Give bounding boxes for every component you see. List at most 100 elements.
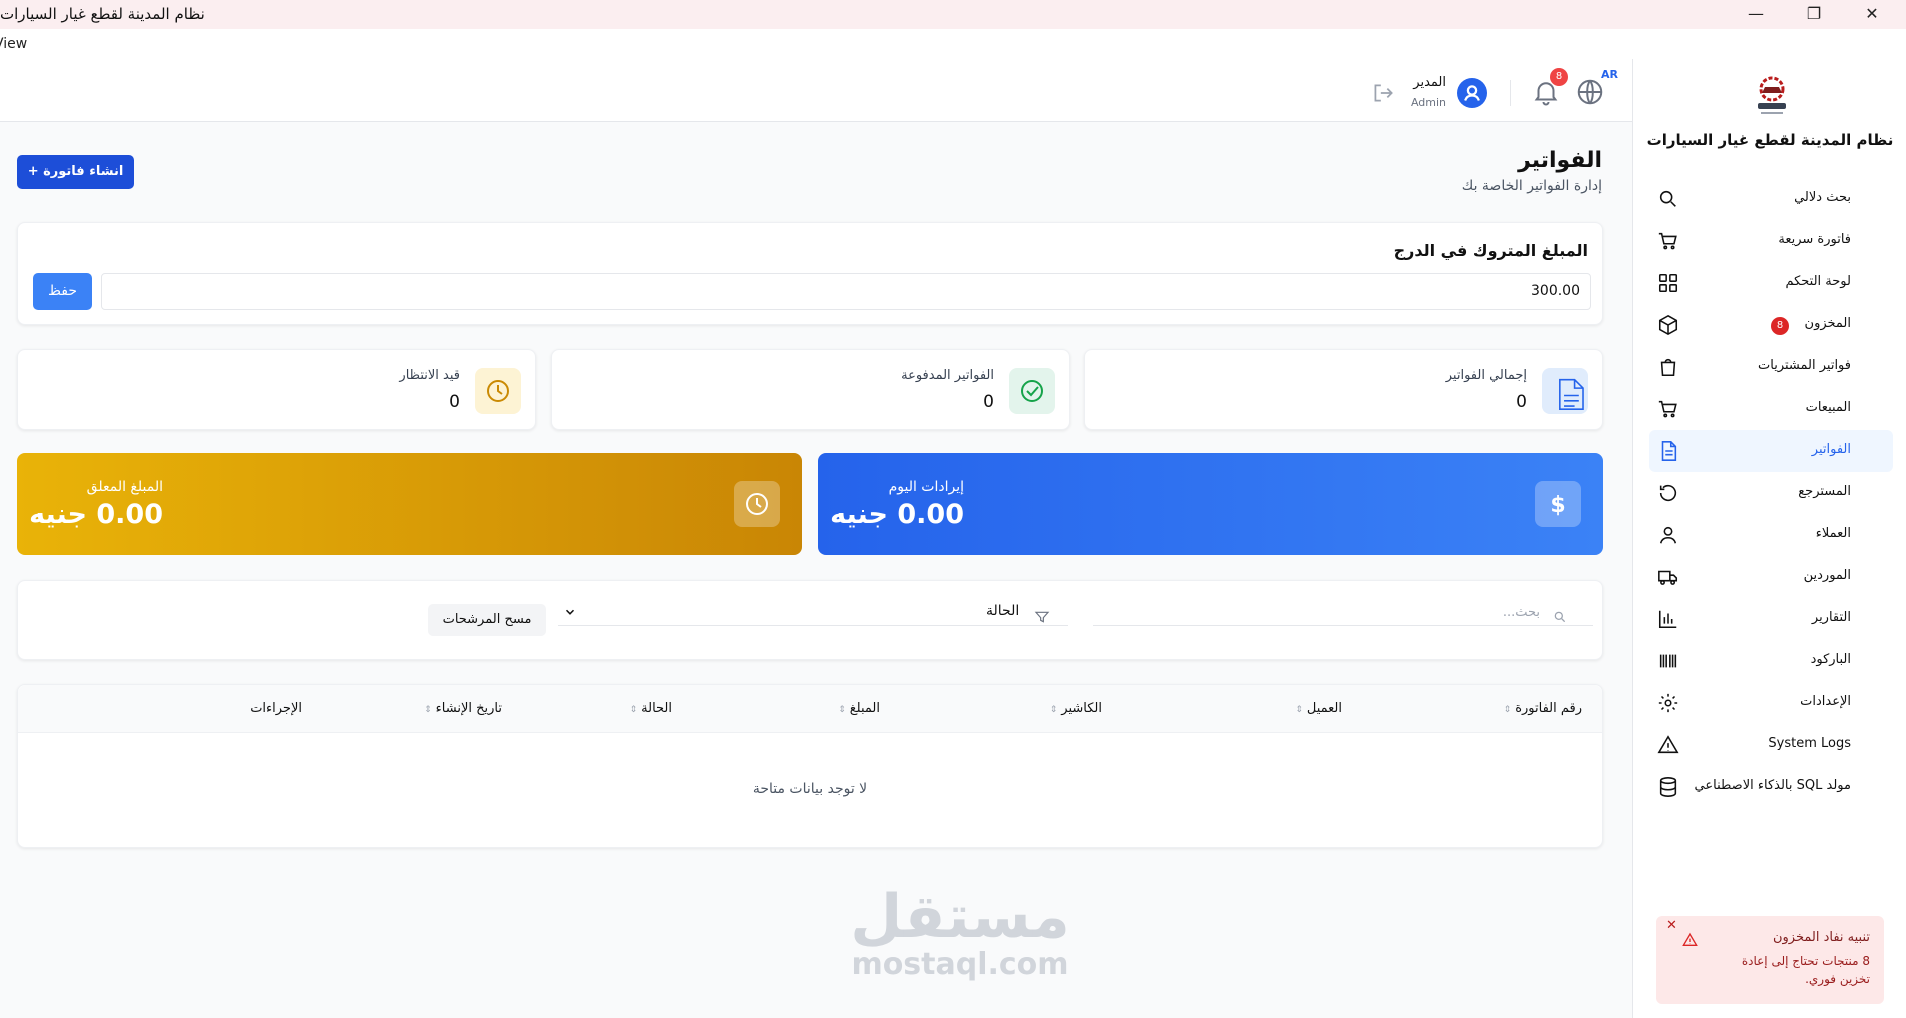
sidebar-item[interactable]: المخزون 8 <box>1649 304 1893 346</box>
drawer-amount-card: المبلغ المتروك في الدرج 300.00 حفظ <box>17 222 1603 325</box>
column-label: العميل <box>1306 701 1342 716</box>
database-icon <box>1659 777 1677 797</box>
today-revenue-card: $ إيرادات اليوم 0.00 جنيه <box>818 453 1603 555</box>
sidebar-item-label: فاتورة سريعة <box>1778 232 1851 247</box>
sidebar-item[interactable]: لوحة التحكم <box>1649 262 1893 304</box>
sidebar-item[interactable]: فاتورة سريعة <box>1649 220 1893 262</box>
total-invoices-value: 0 <box>1516 392 1527 412</box>
cart-icon <box>1658 400 1677 418</box>
sidebar-item[interactable]: مولد SQL بالذكاء الاصطناعي <box>1649 766 1893 808</box>
globe-icon[interactable] <box>1575 77 1605 107</box>
table-column-header[interactable]: العميل⇕ <box>1295 701 1342 716</box>
chevron-down-icon[interactable] <box>563 605 577 619</box>
sidebar-item-badge: 8 <box>1771 317 1789 335</box>
sidebar-item[interactable]: المبيعات <box>1649 388 1893 430</box>
page-subtitle: إدارة الفواتير الخاصة بك <box>1461 178 1602 194</box>
drawer-amount-label: المبلغ المتروك في الدرج <box>1393 241 1588 260</box>
app-name: نظام المدينة لقطع غيار السيارات <box>1646 131 1894 149</box>
avatar[interactable] <box>1457 78 1487 108</box>
sort-icon: ⇕ <box>629 705 638 715</box>
table-column-header[interactable]: الحالة⇕ <box>630 701 672 716</box>
sidebar-item-label: الإعدادات <box>1800 694 1851 709</box>
status-select-label[interactable]: الحالة <box>986 603 1019 619</box>
sort-icon: ⇕ <box>1503 705 1512 715</box>
paid-invoices-card: الفواتير المدفوعة 0 <box>551 349 1070 430</box>
sidebar-item-label: المبيعات <box>1805 400 1851 415</box>
search-placeholder[interactable]: بحث... <box>1503 605 1540 620</box>
clear-filters-button[interactable]: مسح المرشحات <box>428 604 546 636</box>
outstanding-amount-value: 0.00 جنيه <box>29 499 163 530</box>
status-select[interactable] <box>558 625 1068 626</box>
header-divider <box>1510 80 1511 106</box>
stat-icon-bg <box>1009 368 1055 414</box>
check-circle-icon <box>1021 380 1043 402</box>
warning-icon <box>1682 932 1698 946</box>
clock-icon <box>746 493 768 515</box>
create-invoice-button[interactable]: انشاء فاتورة + <box>17 155 134 189</box>
warning-icon <box>1657 735 1679 754</box>
restore-button[interactable]: ❐ <box>1791 3 1837 25</box>
bar-chart-icon <box>1658 610 1677 629</box>
watermark: مستقل mostaql.com <box>835 885 1085 981</box>
user-icon <box>1464 85 1480 101</box>
sidebar-item[interactable]: الباركود <box>1649 640 1893 682</box>
page-title: الفواتير <box>1518 148 1602 173</box>
table-header: رقم الفاتورة⇕ العميل⇕ الكاشير⇕ المبلغ⇕ الحال… <box>18 685 1602 733</box>
toast-close-button[interactable]: ✕ <box>1666 918 1677 933</box>
box-icon <box>1658 314 1678 336</box>
sidebar-item[interactable]: الفواتير <box>1649 430 1893 472</box>
search-input[interactable] <box>1093 625 1593 626</box>
sidebar-item-label: العملاء <box>1815 526 1851 541</box>
empty-state: لا توجد بيانات متاحة <box>752 781 868 797</box>
pending-invoices-value: 0 <box>449 392 460 412</box>
sidebar-item[interactable]: بحث دلالي <box>1649 178 1893 220</box>
close-window-button[interactable]: ✕ <box>1849 3 1895 25</box>
minimize-button[interactable]: — <box>1733 3 1779 25</box>
logout-icon[interactable] <box>1370 80 1396 106</box>
sidebar-item-label: الموردين <box>1803 568 1851 583</box>
menu-view[interactable]: View <box>0 36 27 52</box>
sidebar-item[interactable]: System Logs <box>1649 724 1893 766</box>
sidebar-item-label: مولد SQL بالذكاء الاصطناعي <box>1694 778 1851 793</box>
sidebar-item[interactable]: المسترجع <box>1649 472 1893 514</box>
column-label: رقم الفاتورة <box>1515 701 1582 716</box>
total-invoices-card: إجمالي الفواتير 0 <box>1084 349 1603 430</box>
watermark-en: mostaql.com <box>851 947 1069 982</box>
table-column-header[interactable]: تاريخ الإنشاء⇕ <box>424 701 502 716</box>
sidebar: نظام المدينة لقطع غيار السيارات بحث دلال… <box>1632 59 1906 1018</box>
filters-card: بحث... الحالة مسح المرشحات <box>17 580 1603 660</box>
filter-icon <box>1034 611 1050 623</box>
save-button[interactable]: حفظ <box>33 273 92 310</box>
sidebar-item-label: المخزون <box>1804 316 1851 331</box>
clock-icon <box>487 380 509 402</box>
drawer-amount-input[interactable]: 300.00 <box>101 273 1591 310</box>
sidebar-item[interactable]: التقارير <box>1649 598 1893 640</box>
stat-icon-bg <box>1542 368 1588 414</box>
invoices-table: رقم الفاتورة⇕ العميل⇕ الكاشير⇕ المبلغ⇕ الحال… <box>17 684 1603 848</box>
toast-title: تنبيه نفاد المخزون <box>1772 930 1870 945</box>
column-label: الإجراءات <box>250 701 302 716</box>
sort-icon: ⇕ <box>1295 705 1303 715</box>
sidebar-item[interactable]: العملاء <box>1649 514 1893 556</box>
cart-icon <box>1658 232 1677 250</box>
sidebar-item[interactable]: فواتير المشتريات <box>1649 346 1893 388</box>
user-icon <box>1659 526 1677 544</box>
truck-icon <box>1658 570 1678 585</box>
sidebar-item[interactable]: الإعدادات <box>1649 682 1893 724</box>
file-icon <box>1661 441 1677 461</box>
bag-icon <box>1660 358 1676 377</box>
window-titlebar: نظام المدينة لقطع غيار السيارات — ❐ ✕ <box>0 0 1906 29</box>
table-column-header[interactable]: الكاشير⇕ <box>1050 701 1102 716</box>
clock-icon-wrap <box>734 481 780 527</box>
table-column-header[interactable]: رقم الفاتورة⇕ <box>1504 701 1582 716</box>
low-stock-toast: ✕ تنبيه نفاد المخزون 8 منتجات تحتاج إلى … <box>1656 916 1884 1004</box>
return-icon <box>1659 484 1677 502</box>
app-logo <box>1758 76 1786 114</box>
sidebar-item[interactable]: الموردين <box>1649 556 1893 598</box>
sidebar-nav: بحث دلالي فاتورة سريعة لوحة التحكم المخزون 8… <box>1649 178 1893 808</box>
table-column-header[interactable]: المبلغ⇕ <box>838 701 880 716</box>
outstanding-amount-label: المبلغ المعلق <box>86 479 163 495</box>
sidebar-item-label: الباركود <box>1810 652 1851 667</box>
column-label: المبلغ <box>849 701 880 716</box>
paid-invoices-value: 0 <box>983 392 994 412</box>
